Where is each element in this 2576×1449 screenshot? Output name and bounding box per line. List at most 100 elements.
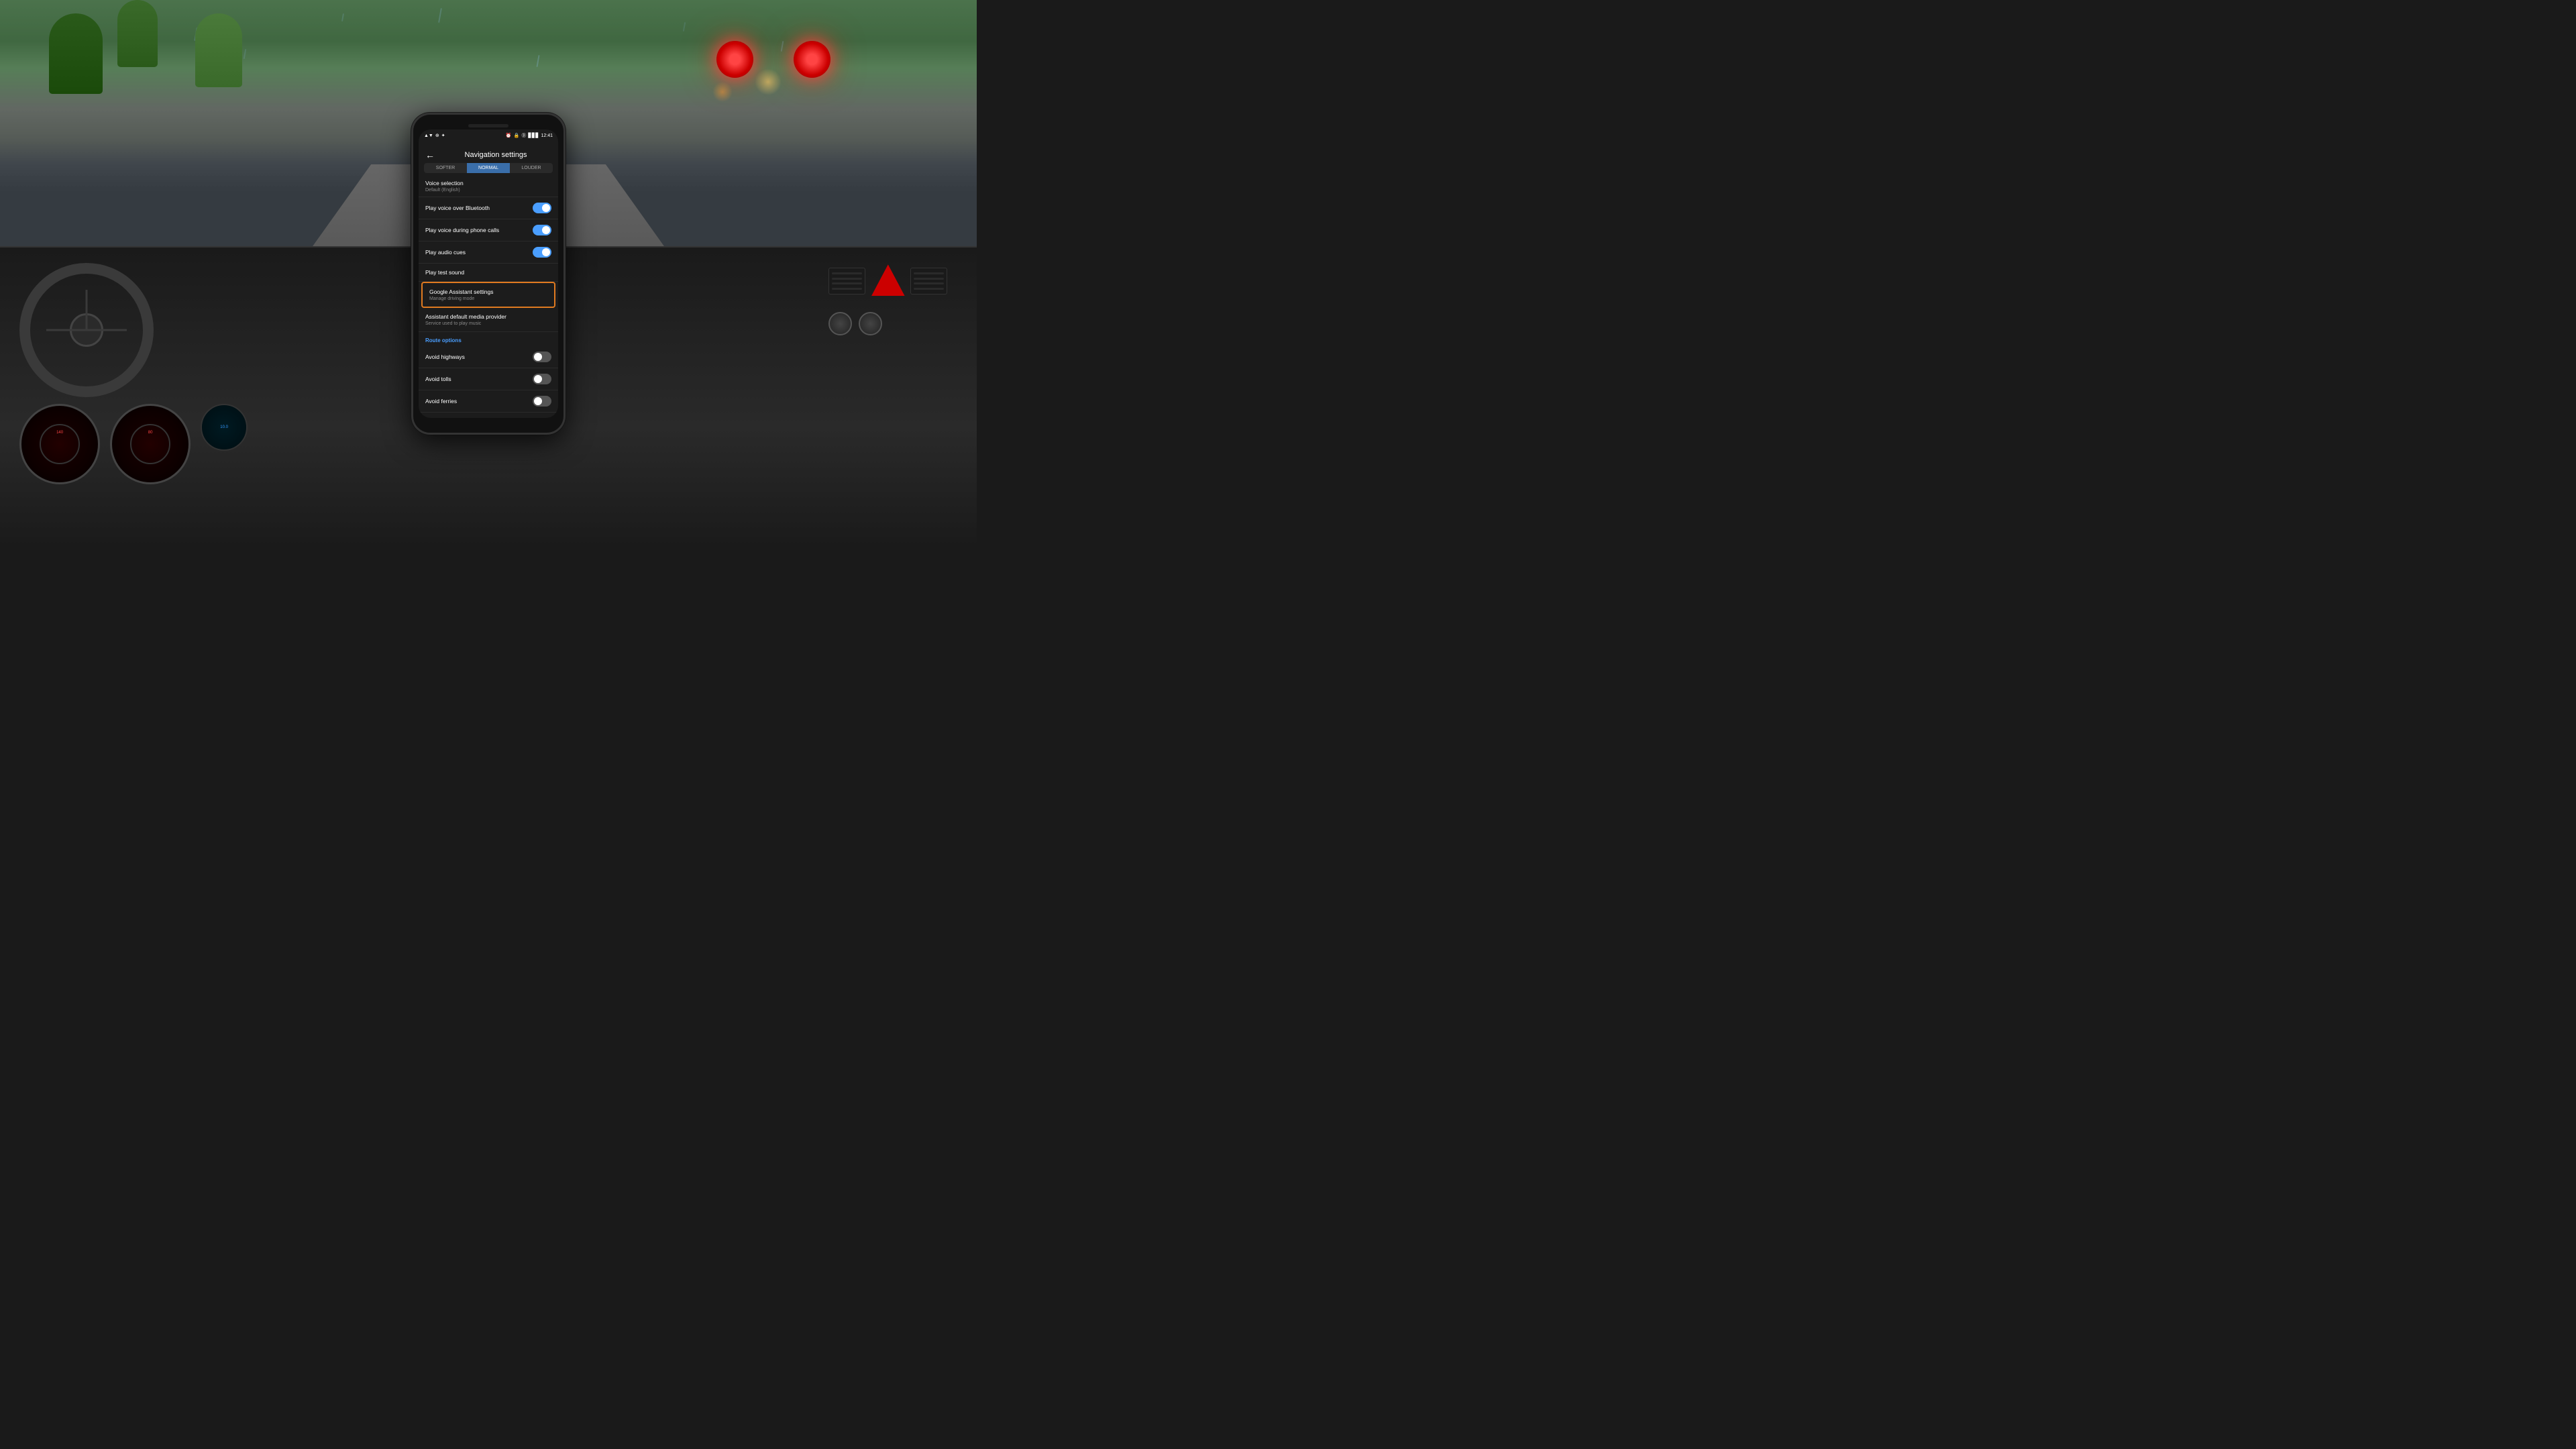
setting-play-voice-phone[interactable]: Play voice during phone calls (419, 219, 558, 241)
wifi-icon: ⊕ (435, 133, 439, 138)
phone-body: ▲▼ ⊕ ✦ ⏰ 🔒 Ⓑ ▊▊▊ 12:41 ← Navigatio (411, 113, 566, 435)
signal-icon: ▲▼ (424, 133, 433, 138)
setting-text: Play test sound (425, 269, 464, 276)
setting-play-audio-cues[interactable]: Play audio cues (419, 241, 558, 264)
tree-silhouette (49, 13, 103, 94)
tab-normal[interactable]: NORMAL (467, 163, 510, 173)
gauge-left: 140 (19, 404, 100, 484)
steering-wheel-area (19, 263, 154, 397)
phone-device: ▲▼ ⊕ ✦ ⏰ 🔒 Ⓑ ▊▊▊ 12:41 ← Navigatio (411, 113, 566, 435)
bokeh-light (755, 68, 782, 95)
setting-avoid-tolls[interactable]: Avoid tolls (419, 368, 558, 390)
setting-assistant-media[interactable]: Assistant default media provider Service… (419, 308, 558, 332)
toggle-avoid-ferries[interactable] (533, 396, 551, 407)
setting-text: Google Assistant settings Manage driving… (429, 288, 493, 301)
tree-silhouette (195, 13, 242, 87)
emergency-button[interactable] (869, 263, 906, 300)
gauge-reading: 80 (131, 425, 169, 435)
toggle-play-voice-phone[interactable] (533, 225, 551, 235)
setting-text: Play audio cues (425, 249, 466, 256)
alarm-icon: ⏰ (506, 133, 512, 138)
voice-selection-item[interactable]: Voice selection Default (English) (419, 176, 558, 197)
vent-slat (914, 282, 944, 284)
setting-text: Play voice during phone calls (425, 227, 499, 233)
tab-louder[interactable]: LOUDER (510, 163, 553, 173)
battery-icon: ▊▊▊ (528, 133, 539, 138)
traffic-light-right (794, 41, 830, 78)
vent-slat (832, 282, 862, 284)
vent-group (828, 263, 947, 300)
setting-label: Avoid tolls (425, 376, 451, 382)
setting-text: Assistant default media provider Service… (425, 313, 506, 326)
toggle-knob (534, 375, 542, 383)
setting-play-voice-bluetooth[interactable]: Play voice over Bluetooth (419, 197, 558, 219)
vent-slat (914, 272, 944, 274)
spoke (86, 290, 88, 330)
setting-avoid-ferries[interactable]: Avoid ferries (419, 390, 558, 413)
gauge-cluster: 140 80 10.0 (19, 404, 248, 484)
twitter-icon: ✦ (441, 133, 445, 138)
route-options-header: Route options (419, 332, 558, 346)
toggle-play-voice-bluetooth[interactable] (533, 203, 551, 213)
setting-label: Play voice over Bluetooth (425, 205, 490, 211)
vent-slat (914, 288, 944, 290)
setting-label: Avoid ferries (425, 398, 457, 405)
phone-notch (468, 124, 508, 127)
spoke (87, 329, 127, 331)
setting-text: Avoid highways (425, 354, 465, 360)
setting-text: Avoid tolls (425, 376, 451, 382)
setting-google-assistant[interactable]: Google Assistant settings Manage driving… (421, 282, 555, 308)
setting-label: Play voice during phone calls (425, 227, 499, 233)
gauge-small-reading: 10.0 (220, 425, 228, 429)
setting-avoid-highways[interactable]: Avoid highways (419, 346, 558, 368)
steering-wheel (19, 263, 154, 397)
setting-label: Play test sound (425, 269, 464, 276)
vent-slat (832, 272, 862, 274)
app-header: ← Navigation settings (419, 144, 558, 163)
vent-slat (832, 288, 862, 290)
app-title: Navigation settings (440, 151, 551, 159)
tab-softer[interactable]: SOFTER (424, 163, 467, 173)
raindrop (683, 22, 686, 32)
status-icons-right: ⏰ 🔒 Ⓑ ▊▊▊ 12:41 (506, 132, 553, 139)
vent-slat (914, 278, 944, 280)
toggle-knob (542, 248, 550, 256)
toggle-play-audio-cues[interactable] (533, 247, 551, 258)
gauge-inner: 140 (40, 424, 80, 464)
raindrop (438, 8, 442, 23)
voice-selection-label: Voice selection (425, 180, 551, 186)
time-display: 12:41 (541, 133, 553, 138)
vent (910, 268, 947, 294)
setting-label: Play audio cues (425, 249, 466, 256)
spoke (46, 329, 87, 331)
toggle-knob (534, 353, 542, 361)
setting-play-test-sound[interactable]: Play test sound (419, 264, 558, 282)
toggle-avoid-highways[interactable] (533, 352, 551, 362)
status-icons-left: ▲▼ ⊕ ✦ (424, 133, 445, 138)
control-knob[interactable] (859, 312, 882, 335)
raindrop (536, 55, 539, 67)
gauge-reading: 140 (41, 425, 78, 435)
setting-label: Avoid highways (425, 354, 465, 360)
lock-icon: 🔒 (514, 133, 520, 138)
control-knob[interactable] (828, 312, 852, 335)
knob-controls (828, 312, 947, 335)
setting-label: Assistant default media provider (425, 313, 506, 320)
voice-selection-value: Default (English) (425, 188, 551, 193)
setting-text: Play voice over Bluetooth (425, 205, 490, 211)
toggle-knob (534, 397, 542, 405)
phone-screen: ▲▼ ⊕ ✦ ⏰ 🔒 Ⓑ ▊▊▊ 12:41 ← Navigatio (419, 129, 558, 418)
setting-label: Google Assistant settings (429, 288, 493, 295)
setting-text: Avoid ferries (425, 398, 457, 405)
screen-content: ▲▼ ⊕ ✦ ⏰ 🔒 Ⓑ ▊▊▊ 12:41 ← Navigatio (419, 129, 558, 418)
raindrop (341, 13, 344, 21)
phone-notch-area (419, 123, 558, 128)
back-button[interactable]: ← (425, 150, 435, 160)
volume-tabs: SOFTER NORMAL LOUDER (424, 163, 553, 173)
raindrop (244, 49, 247, 59)
left-dashboard: 140 80 10.0 (19, 263, 248, 484)
toggle-knob (542, 204, 550, 212)
setting-sublabel: Manage driving mode (429, 297, 493, 301)
traffic-light-left (716, 41, 753, 78)
toggle-avoid-tolls[interactable] (533, 374, 551, 384)
